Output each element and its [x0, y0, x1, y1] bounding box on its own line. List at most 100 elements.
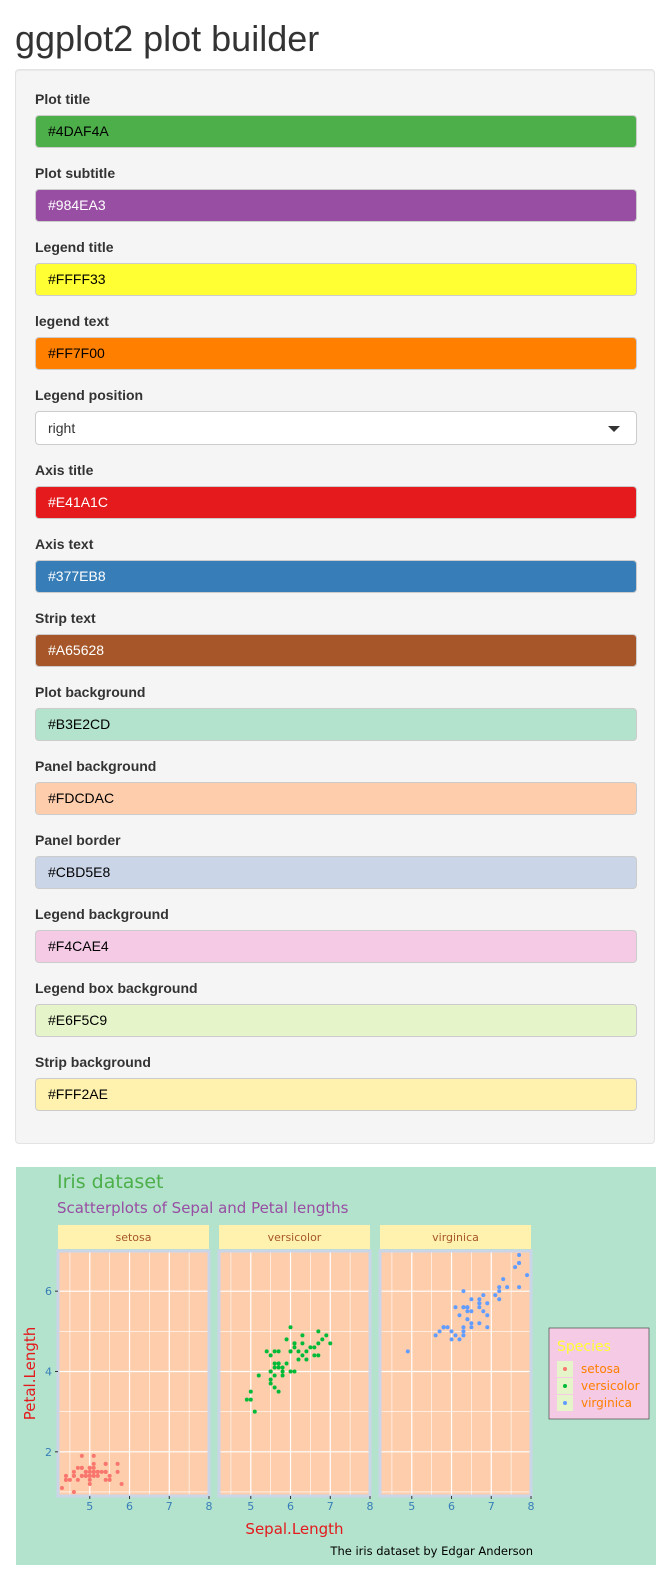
data-point-versicolor — [284, 1361, 289, 1366]
legend-label: setosa — [581, 1362, 620, 1376]
data-point-virginica — [485, 1301, 490, 1306]
data-point-virginica — [517, 1261, 522, 1266]
data-point-versicolor — [252, 1409, 257, 1414]
data-point-setosa — [79, 1473, 84, 1478]
x-tick-label: 6 — [126, 1500, 133, 1513]
data-point-virginica — [449, 1337, 454, 1342]
data-point-virginica — [517, 1285, 522, 1290]
data-point-versicolor — [312, 1353, 317, 1358]
legend-key-setosa — [563, 1367, 567, 1371]
field-strip-background: Strip background #FFF2AE — [35, 1052, 637, 1111]
data-point-virginica — [461, 1333, 466, 1338]
data-point-versicolor — [268, 1381, 273, 1386]
x-tick-label: 5 — [247, 1500, 254, 1513]
x-tick-label: 7 — [166, 1500, 173, 1513]
data-point-setosa — [63, 1477, 68, 1482]
data-point-setosa — [63, 1473, 68, 1478]
data-point-virginica — [461, 1305, 466, 1310]
field-label: Panel border — [35, 832, 121, 848]
data-point-versicolor — [316, 1329, 321, 1334]
field-plot-background: Plot background #B3E2CD — [35, 682, 637, 741]
data-point-virginica — [465, 1305, 470, 1310]
data-point-setosa — [99, 1469, 104, 1474]
data-point-versicolor — [248, 1389, 253, 1394]
data-point-virginica — [461, 1325, 466, 1330]
data-point-setosa — [71, 1473, 76, 1478]
field-label: Strip background — [35, 1054, 151, 1070]
data-point-versicolor — [312, 1345, 317, 1350]
y-axis-title: Petal.Length — [21, 1327, 39, 1421]
data-point-virginica — [525, 1273, 530, 1278]
data-point-virginica — [517, 1253, 522, 1258]
color-input-legend-text[interactable]: #FF7F00 — [35, 337, 637, 370]
data-point-virginica — [465, 1317, 470, 1322]
data-point-setosa — [75, 1477, 80, 1482]
legend-label: versicolor — [581, 1379, 640, 1393]
field-panel-border: Panel border #CBD5E8 — [35, 830, 637, 889]
data-point-versicolor — [248, 1397, 253, 1402]
color-input-axis-title[interactable]: #E41A1C — [35, 486, 637, 519]
color-input-plot-title[interactable]: #4DAF4A — [35, 115, 637, 148]
field-label: Legend background — [35, 906, 169, 922]
data-point-versicolor — [264, 1349, 269, 1354]
data-point-versicolor — [324, 1333, 329, 1338]
color-input-panel-background[interactable]: #FDCDAC — [35, 782, 637, 815]
data-point-virginica — [433, 1333, 438, 1338]
data-point-virginica — [481, 1293, 486, 1298]
data-point-virginica — [449, 1329, 454, 1334]
field-label: Plot subtitle — [35, 165, 116, 181]
legend-position-select[interactable]: right — [35, 411, 637, 445]
field-label: Axis title — [35, 462, 94, 478]
data-point-virginica — [513, 1265, 518, 1270]
data-point-setosa — [87, 1465, 92, 1470]
data-point-versicolor — [316, 1353, 321, 1358]
data-point-versicolor — [328, 1341, 333, 1346]
data-point-setosa — [103, 1477, 108, 1482]
chart-title: Iris dataset — [57, 1171, 163, 1193]
color-input-plot-subtitle[interactable]: #984EA3 — [35, 189, 637, 222]
data-point-versicolor — [272, 1373, 277, 1378]
data-point-setosa — [95, 1473, 100, 1478]
data-point-setosa — [87, 1469, 92, 1474]
data-point-virginica — [497, 1285, 502, 1290]
field-plot-subtitle: Plot subtitle #984EA3 — [35, 163, 637, 222]
color-input-legend-title[interactable]: #FFFF33 — [35, 263, 637, 296]
data-point-virginica — [481, 1309, 486, 1314]
data-point-virginica — [477, 1297, 482, 1302]
data-point-versicolor — [272, 1385, 277, 1390]
data-point-virginica — [469, 1321, 474, 1326]
data-point-virginica — [497, 1289, 502, 1294]
data-point-versicolor — [300, 1353, 305, 1358]
color-input-plot-background[interactable]: #B3E2CD — [35, 708, 637, 741]
data-point-versicolor — [296, 1357, 301, 1362]
select-value: right — [48, 420, 76, 436]
field-legend-background: Legend background #F4CAE4 — [35, 904, 637, 963]
data-point-virginica — [469, 1297, 474, 1302]
data-point-virginica — [505, 1285, 510, 1290]
field-label: Legend position — [35, 387, 144, 403]
field-strip-text: Strip text #A65628 — [35, 608, 637, 667]
y-tick-label: 2 — [45, 1446, 52, 1459]
legend-key-versicolor — [563, 1384, 567, 1388]
data-point-setosa — [107, 1473, 112, 1478]
color-input-legend-box-background[interactable]: #E6F5C9 — [35, 1004, 637, 1037]
data-point-versicolor — [300, 1341, 305, 1346]
color-input-strip-background[interactable]: #FFF2AE — [35, 1078, 637, 1111]
color-input-legend-background[interactable]: #F4CAE4 — [35, 930, 637, 963]
data-point-versicolor — [288, 1325, 293, 1330]
y-tick-label: 4 — [45, 1365, 52, 1378]
x-tick-label: 7 — [488, 1500, 495, 1513]
color-input-axis-text[interactable]: #377EB8 — [35, 560, 637, 593]
data-point-versicolor — [308, 1345, 313, 1350]
data-point-versicolor — [280, 1365, 285, 1370]
data-point-setosa — [79, 1465, 84, 1470]
data-point-virginica — [477, 1305, 482, 1310]
panel-background — [58, 1251, 209, 1496]
data-point-virginica — [461, 1289, 466, 1294]
data-point-versicolor — [292, 1369, 297, 1374]
color-input-panel-border[interactable]: #CBD5E8 — [35, 856, 637, 889]
data-point-setosa — [91, 1461, 96, 1466]
data-point-setosa — [119, 1481, 124, 1486]
color-input-strip-text[interactable]: #A65628 — [35, 634, 637, 667]
iris-scatter-chart: Iris dataset Scatterplots of Sepal and Pe… — [16, 1167, 656, 1565]
